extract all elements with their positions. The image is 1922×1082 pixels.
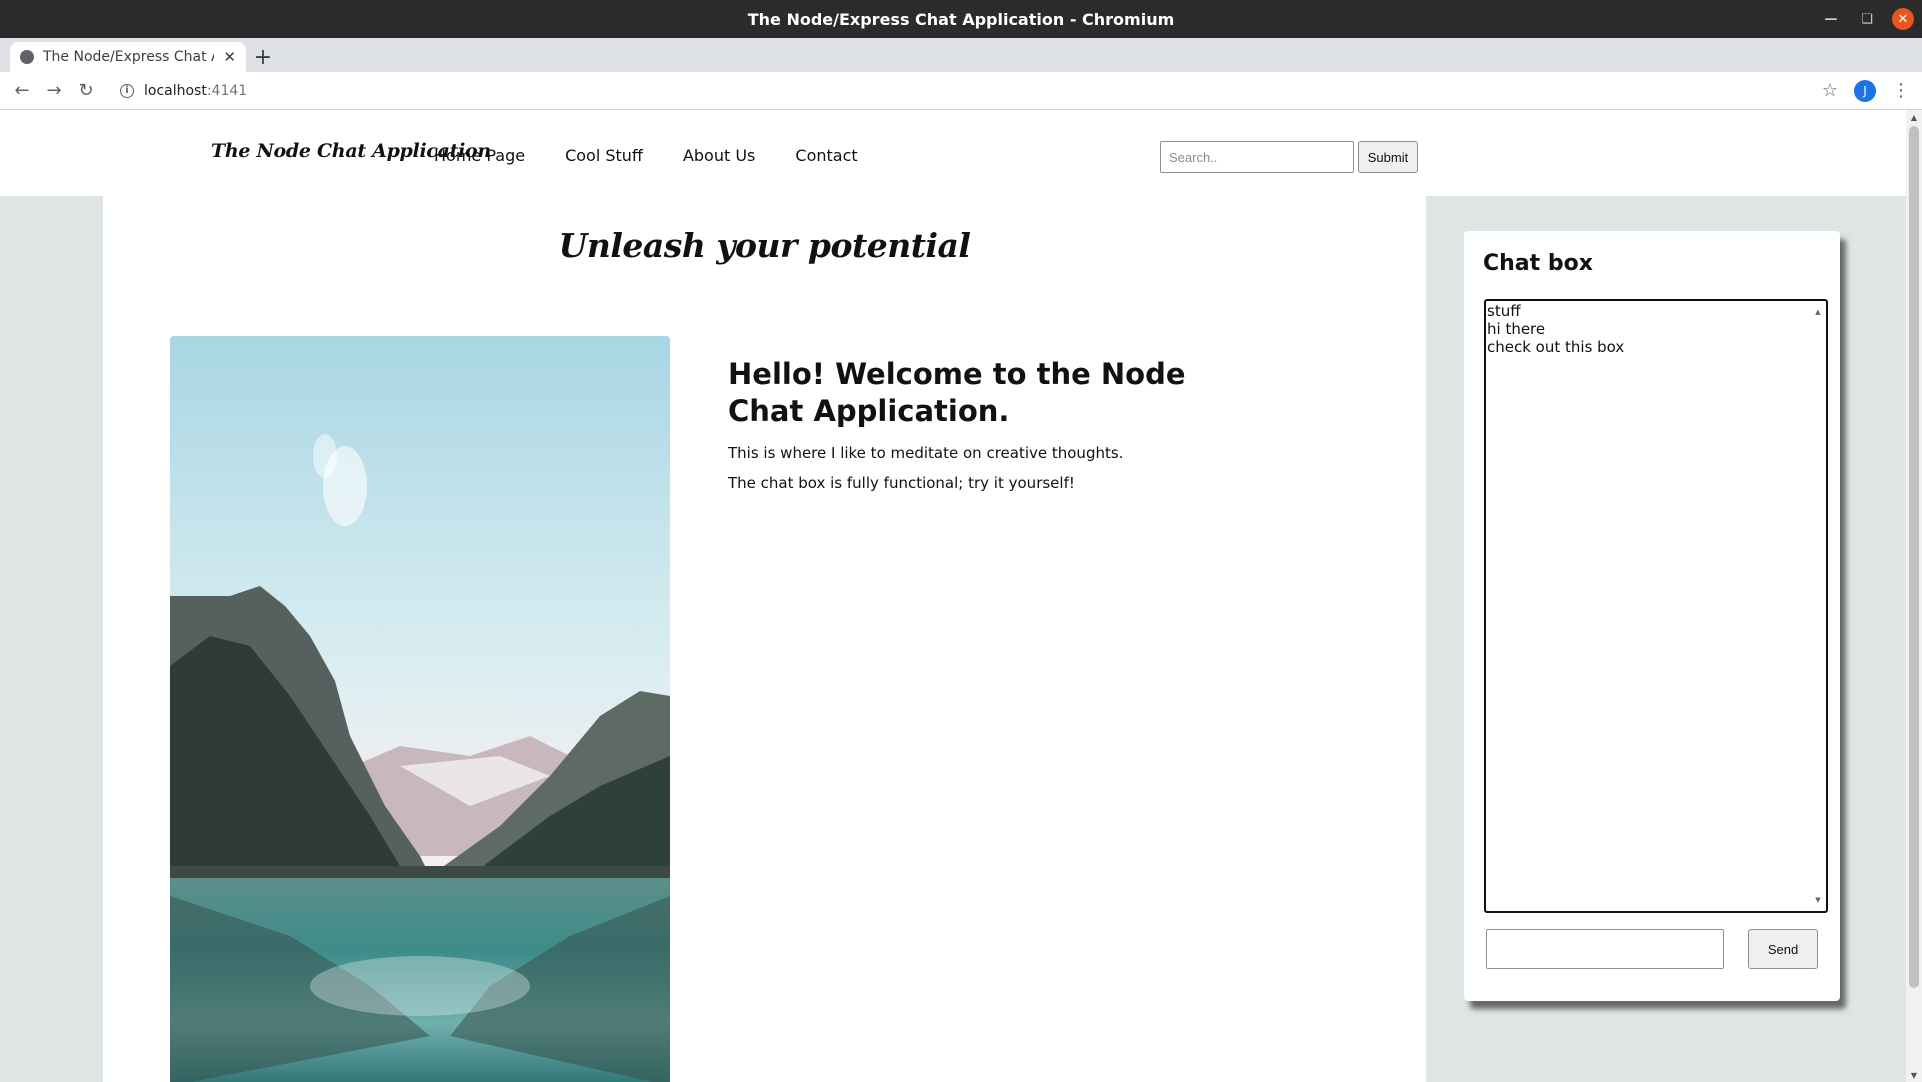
close-icon[interactable]: ✕ [1892,8,1914,30]
profile-avatar[interactable]: J [1854,79,1876,102]
url-host: localhost [144,82,207,99]
address-bar[interactable]: i localhost:4141 [120,83,1822,99]
chat-message-log[interactable]: stuff hi there check out this box ▲ ▼ [1484,299,1828,913]
main-content: Unleash your potential Hello! Welcome to… [103,196,1426,1082]
chat-send-button[interactable]: Send [1748,929,1818,969]
chat-message: stuff [1487,302,1521,320]
chat-message: hi there [1487,320,1546,338]
reload-icon[interactable]: ↻ [70,75,102,107]
tab-close-icon[interactable]: ✕ [223,48,236,66]
scroll-up-arrow-icon[interactable]: ▲ [1812,303,1824,321]
info-icon[interactable]: i [120,83,134,98]
browser-toolbar: ← → ↻ i localhost:4141 ☆ J ⋮ [0,72,1922,110]
toolbar-actions: ☆ J ⋮ [1822,79,1910,102]
page-scroll-up-icon[interactable]: ▲ [1906,110,1922,124]
page-scrollbar-thumb[interactable] [1909,126,1919,988]
site-header: The Node Chat Application Home Page Cool… [0,110,1906,196]
browser-tab[interactable]: The Node/Express Chat Application ✕ [10,42,246,72]
page-tagline: Unleash your potential [558,226,971,265]
welcome-paragraph-2: The chat box is fully functional; try it… [728,474,1075,492]
url-port: :4141 [206,82,248,99]
bookmark-star-icon[interactable]: ☆ [1822,80,1838,101]
globe-icon [20,50,34,64]
welcome-section: Hello! Welcome to the Node Chat Applicat… [728,356,1208,492]
chat-message: check out this box [1487,338,1625,356]
nav-link-contact[interactable]: Contact [795,146,857,165]
forward-icon[interactable]: → [38,75,70,107]
nav-link-cool-stuff[interactable]: Cool Stuff [565,146,643,165]
welcome-paragraph-1: This is where I like to meditate on crea… [728,444,1124,462]
page-scroll-down-icon[interactable]: ▼ [1906,1068,1922,1082]
mountain-lake-image [170,336,670,1082]
site-search-input[interactable] [1160,141,1354,173]
maximize-icon[interactable]: ❏ [1856,8,1878,30]
window-titlebar: The Node/Express Chat Application - Chro… [0,0,1922,38]
nav-link-about-us[interactable]: About Us [683,146,755,165]
minimize-icon[interactable]: — [1820,8,1842,30]
site-nav: Home Page Cool Stuff About Us Contact [434,146,858,165]
back-icon[interactable]: ← [6,75,38,107]
chat-box-panel: Chat box stuff hi there check out this b… [1464,231,1840,1001]
new-tab-button[interactable]: + [246,42,280,72]
welcome-heading: Hello! Welcome to the Node Chat Applicat… [728,357,1186,428]
search-submit-button[interactable]: Submit [1358,141,1418,173]
menu-kebab-icon[interactable]: ⋮ [1892,80,1910,101]
scroll-down-arrow-icon[interactable]: ▼ [1812,891,1824,909]
chat-message-input[interactable] [1486,929,1724,969]
tab-title: The Node/Express Chat Application [43,49,214,65]
page-scrollbar[interactable]: ▲ ▼ [1906,110,1922,1082]
chat-box-title: Chat box [1483,251,1593,276]
tab-strip: The Node/Express Chat Application ✕ + [0,38,1922,72]
page-viewport: The Node Chat Application Home Page Cool… [0,110,1906,1082]
window-title: The Node/Express Chat Application - Chro… [747,9,1175,29]
nav-link-home[interactable]: Home Page [434,146,525,165]
window-controls: — ❏ ✕ [1820,0,1914,38]
chat-log-scrollbar[interactable]: ▲ ▼ [1812,303,1824,909]
